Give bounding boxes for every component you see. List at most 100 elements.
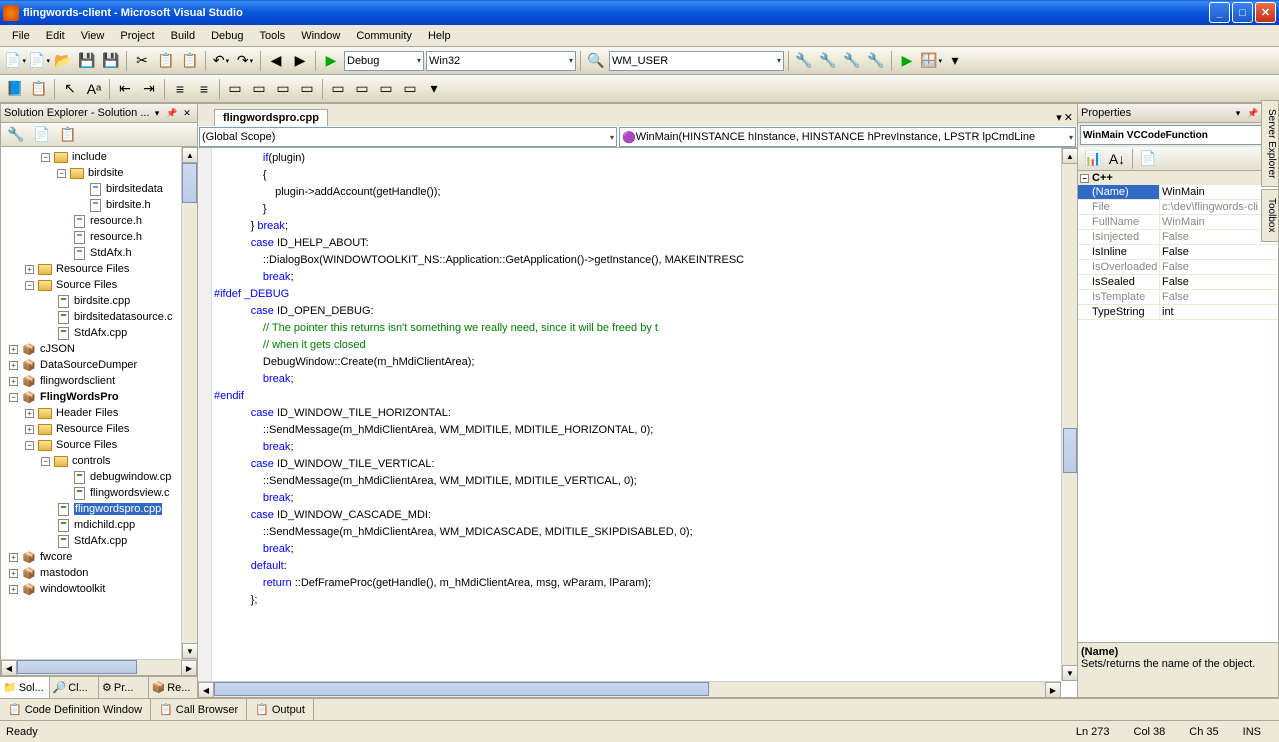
tree-node[interactable]: resource.h [1,229,197,245]
tree-node[interactable]: +📦windowtoolkit [1,581,197,597]
prop-menu-button[interactable]: ▾ [1231,106,1245,120]
tb-icon-5[interactable]: ▶ [896,50,918,72]
config-combo[interactable]: Debug [344,51,424,71]
tb-icon-4[interactable]: 🔧 [865,50,887,72]
document-tab[interactable]: flingwordspro.cpp [214,109,328,126]
menu-file[interactable]: File [4,28,38,44]
tree-node[interactable]: +📦flingwordsclient [1,373,197,389]
property-grid[interactable]: −C++ (Name)WinMainFilec:\dev\flingwords-… [1078,171,1278,642]
undo-button[interactable]: ↶ [210,50,232,72]
tree-scrollbar-v[interactable]: ▲ ▼ [181,147,197,659]
tree-node[interactable]: mdichild.cpp [1,517,197,533]
tb-icon-3[interactable]: 🔧 [841,50,863,72]
tree-node[interactable]: −birdsite [1,165,197,181]
add-item-button[interactable]: 📄 [28,50,50,72]
tree-node[interactable]: +📦cJSON [1,341,197,357]
property-row[interactable]: IsOverloadedFalse [1078,260,1278,275]
property-row[interactable]: IsInlineFalse [1078,245,1278,260]
menu-tools[interactable]: Tools [252,28,294,44]
close-button[interactable]: ✕ [1255,2,1276,23]
tree-node[interactable]: +Resource Files [1,421,197,437]
te-icon-9[interactable]: ▭ [296,78,318,100]
menu-edit[interactable]: Edit [38,28,73,44]
te-icon-8[interactable]: ▭ [272,78,294,100]
view-code-button[interactable]: 📋 [57,124,79,146]
panel-close-button[interactable]: ✕ [180,106,194,120]
property-row[interactable]: Filec:\dev\flingwords-cli [1078,200,1278,215]
tree-node[interactable]: +📦DataSourceDumper [1,357,197,373]
find-in-files-button[interactable]: 🔍 [585,50,607,72]
tree-node[interactable]: −📦FlingWordsPro [1,389,197,405]
menu-window[interactable]: Window [293,28,348,44]
save-button[interactable]: 💾 [76,50,98,72]
toolbar-overflow[interactable]: ▾ [944,50,966,72]
tree-node[interactable]: birdsitedatasource.c [1,309,197,325]
tree-node[interactable]: debugwindow.cp [1,469,197,485]
maximize-button[interactable]: □ [1232,2,1253,23]
menu-help[interactable]: Help [420,28,459,44]
scope-combo[interactable]: (Global Scope) [199,127,617,147]
tree-node[interactable]: flingwordspro.cpp [1,501,197,517]
property-row[interactable]: IsInjectedFalse [1078,230,1278,245]
left-tab[interactable]: ⚙Pr... [99,677,149,698]
menu-view[interactable]: View [73,28,113,44]
left-tab[interactable]: 📁Sol... [0,677,50,698]
menu-community[interactable]: Community [348,28,420,44]
redo-button[interactable]: ↷ [234,50,256,72]
increase-indent-button[interactable]: ⇥ [138,78,160,100]
tree-node[interactable]: birdsite.h [1,197,197,213]
nav-back-button[interactable]: ◀ [265,50,287,72]
tree-node[interactable]: +📦fwcore [1,549,197,565]
tree-node[interactable]: −Source Files [1,437,197,453]
te-icon-11[interactable]: ▭ [351,78,373,100]
member-combo[interactable]: 🟣WinMain(HINSTANCE hInstance, HINSTANCE … [619,127,1076,147]
prop-pages-button[interactable]: 📄 [1137,148,1159,170]
bottom-tab[interactable]: 📋Call Browser [151,699,247,720]
bottom-tab[interactable]: 📋Code Definition Window [0,699,151,720]
tree-node[interactable]: StdAfx.h [1,245,197,261]
tb-icon-6[interactable]: 🪟 [920,50,942,72]
new-project-button[interactable]: 📄 [4,50,26,72]
open-button[interactable]: 📂 [52,50,74,72]
show-all-button[interactable]: 📄 [31,124,53,146]
te-icon-2[interactable]: 📋 [28,78,50,100]
toolbar2-overflow[interactable]: ▾ [423,78,445,100]
property-row[interactable]: IsSealedFalse [1078,275,1278,290]
editor-scrollbar-h[interactable]: ◀ ▶ [198,681,1061,697]
prop-pin-button[interactable]: 📌 [1246,106,1260,120]
paste-button[interactable]: 📋 [179,50,201,72]
tree-node[interactable]: flingwordsview.c [1,485,197,501]
tree-node[interactable]: resource.h [1,213,197,229]
te-icon-7[interactable]: ▭ [248,78,270,100]
te-icon-4[interactable]: ≡ [169,78,191,100]
tree-node[interactable]: +Resource Files [1,261,197,277]
alphabetical-button[interactable]: A↓ [1106,148,1128,170]
left-tab[interactable]: 🔎Cl... [50,677,100,698]
solution-tree[interactable]: −include−birdsitebirdsitedatabirdsite.hr… [1,147,197,659]
panel-pin-button[interactable]: 📌 [165,106,179,120]
property-row[interactable]: (Name)WinMain [1078,185,1278,200]
tree-node[interactable]: −controls [1,453,197,469]
tree-node[interactable]: birdsitedata [1,181,197,197]
nav-fwd-button[interactable]: ▶ [289,50,311,72]
autohide-tab[interactable]: Toolbox [1261,189,1279,241]
cursor-icon[interactable]: ↖ [59,78,81,100]
tree-node[interactable]: −Source Files [1,277,197,293]
copy-button[interactable]: 📋 [155,50,177,72]
te-icon-13[interactable]: ▭ [399,78,421,100]
te-icon-12[interactable]: ▭ [375,78,397,100]
menu-build[interactable]: Build [163,28,203,44]
panel-menu-button[interactable]: ▾ [150,106,164,120]
cut-button[interactable]: ✂ [131,50,153,72]
menu-project[interactable]: Project [112,28,162,44]
platform-combo[interactable]: Win32 [426,51,576,71]
left-tab[interactable]: 📦Re... [149,677,199,698]
te-icon-3[interactable]: Aᵃ [83,78,105,100]
tab-list-button[interactable]: ▾ [1056,111,1062,124]
prop-category[interactable]: −C++ [1078,171,1278,185]
properties-button[interactable]: 🔧 [5,124,27,146]
tree-node[interactable]: −include [1,149,197,165]
tb-icon-1[interactable]: 🔧 [793,50,815,72]
categorized-button[interactable]: 📊 [1082,148,1104,170]
save-all-button[interactable]: 💾 [100,50,122,72]
